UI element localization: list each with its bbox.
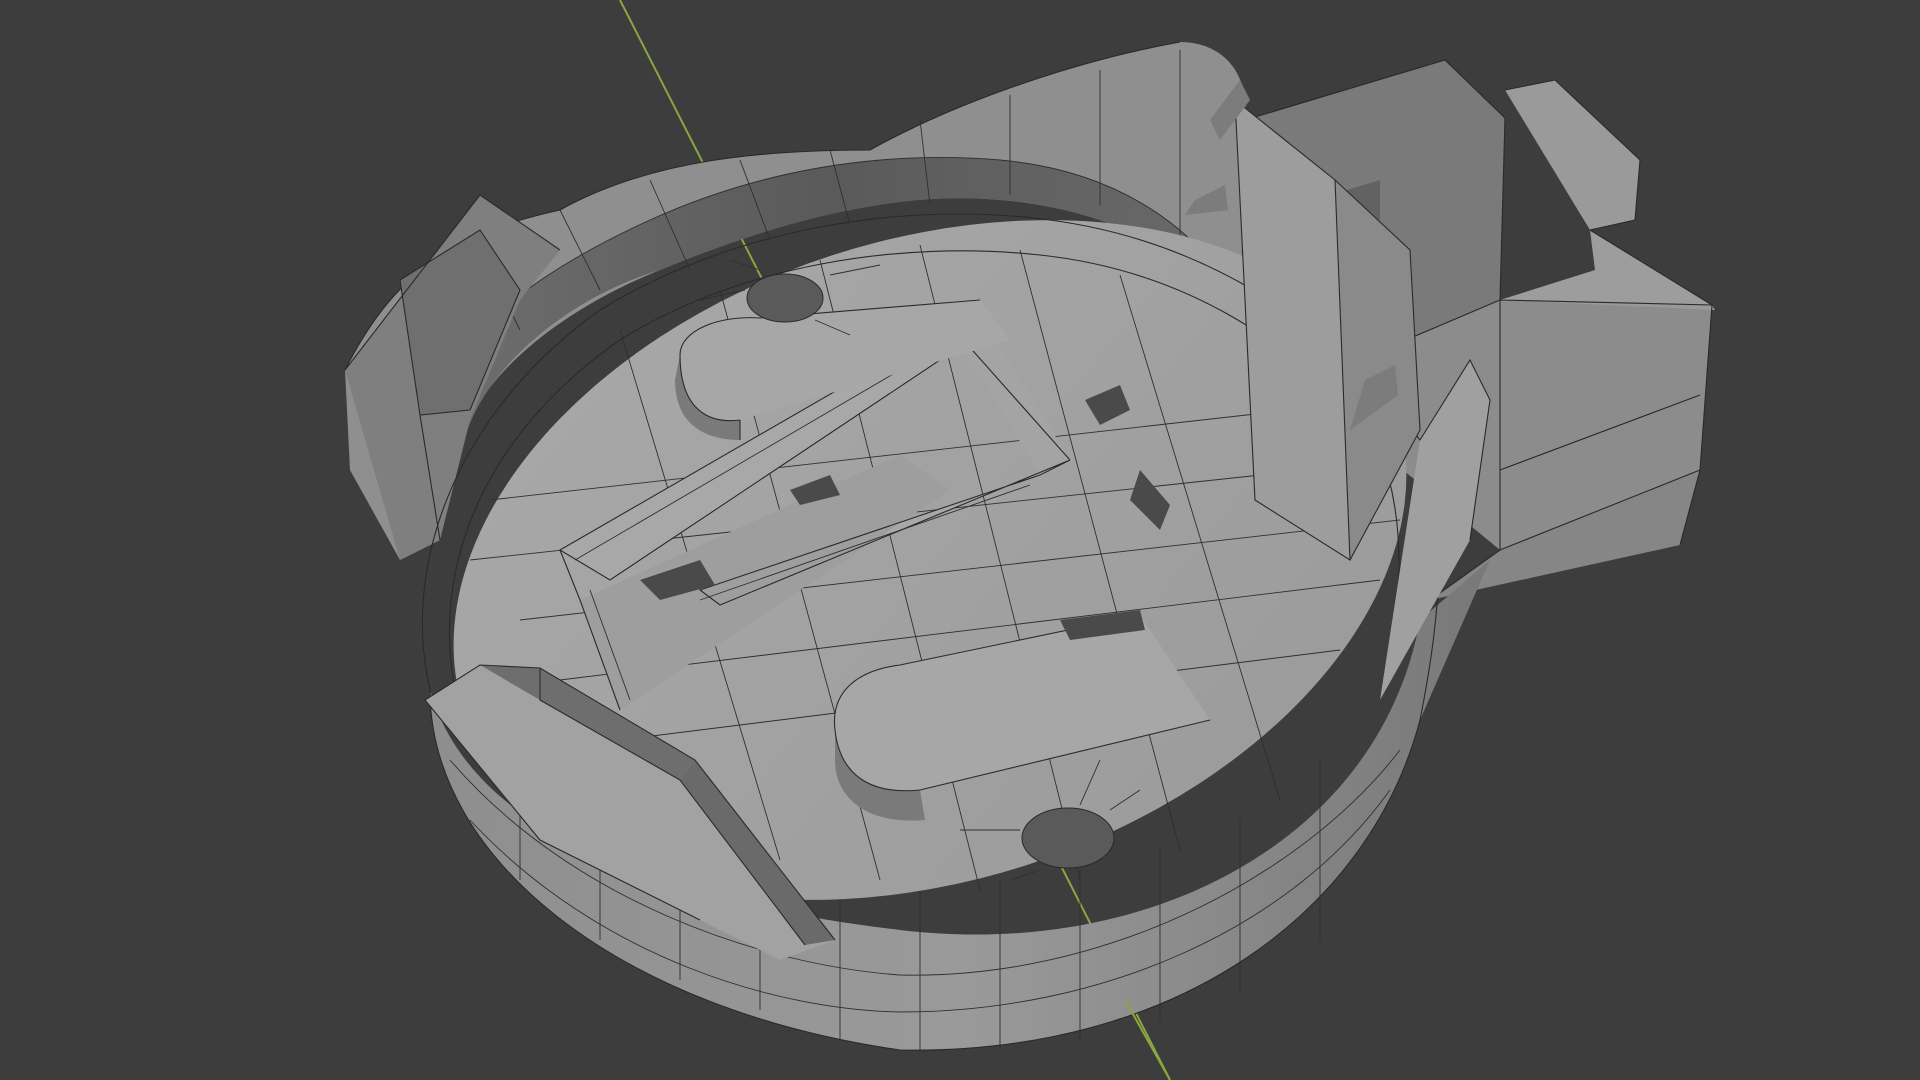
3d-viewport[interactable] — [0, 0, 1920, 1080]
z-axis-line-foreground — [1124, 999, 1171, 1080]
viewport-canvas[interactable] — [0, 0, 1920, 1080]
